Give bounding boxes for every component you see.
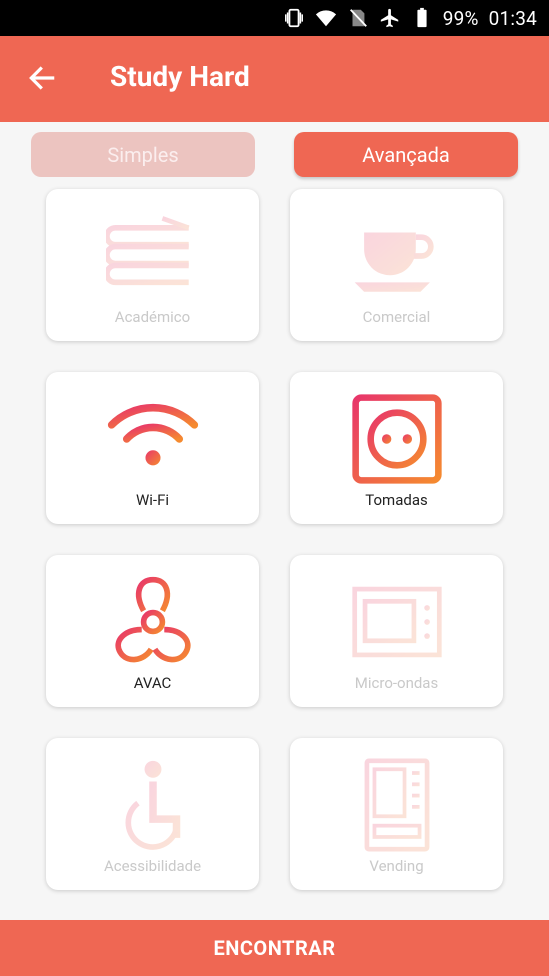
airplane-icon [380,8,399,28]
arrow-left-icon[interactable] [26,62,58,94]
card-label: Comercial [362,308,431,326]
card-label: Micro-ondas [354,674,439,692]
wheelchair-icon [125,760,181,850]
power-socket-icon [352,394,442,484]
wifi-icon [315,10,336,27]
card-academico[interactable]: Académico [46,189,259,341]
vibrate-icon [284,8,303,28]
coffee-cup-icon [354,232,434,292]
battery-icon [417,7,427,28]
card-avac[interactable]: AVAC [46,555,259,707]
vending-machine-icon [364,758,430,852]
microwave-icon [352,586,442,658]
card-micro-ondas[interactable]: Micro-ondas [290,555,503,707]
app-bar: Study Hard [0,36,549,122]
card-label: AVAC [133,674,172,692]
advanced-mode-button[interactable]: Avançada [294,132,518,177]
clock: 01:34 [488,6,537,30]
card-label: Vending [369,857,424,875]
card-label: Tomadas [365,491,428,509]
card-label: Académico [114,308,191,326]
page-title: Study Hard [110,60,250,93]
card-vending[interactable]: Vending [290,738,503,890]
no-sim-icon [349,9,367,27]
card-acessibilidade[interactable]: Acessibilidade [46,738,259,890]
simple-mode-button[interactable]: Simples [31,132,255,177]
find-button[interactable]: ENCONTRAR [0,920,549,976]
card-wifi[interactable]: Wi-Fi [46,372,259,524]
fan-icon [115,576,191,663]
card-tomadas[interactable]: Tomadas [290,372,503,524]
card-label: Wi-Fi [135,491,170,509]
card-comercial[interactable]: Comercial [290,189,503,341]
wifi-icon [107,404,199,466]
status-bar: 99% 01:34 [0,0,549,36]
books-icon [106,216,190,286]
battery-percent: 99% [442,6,479,30]
card-label: Acessibilidade [103,857,202,875]
